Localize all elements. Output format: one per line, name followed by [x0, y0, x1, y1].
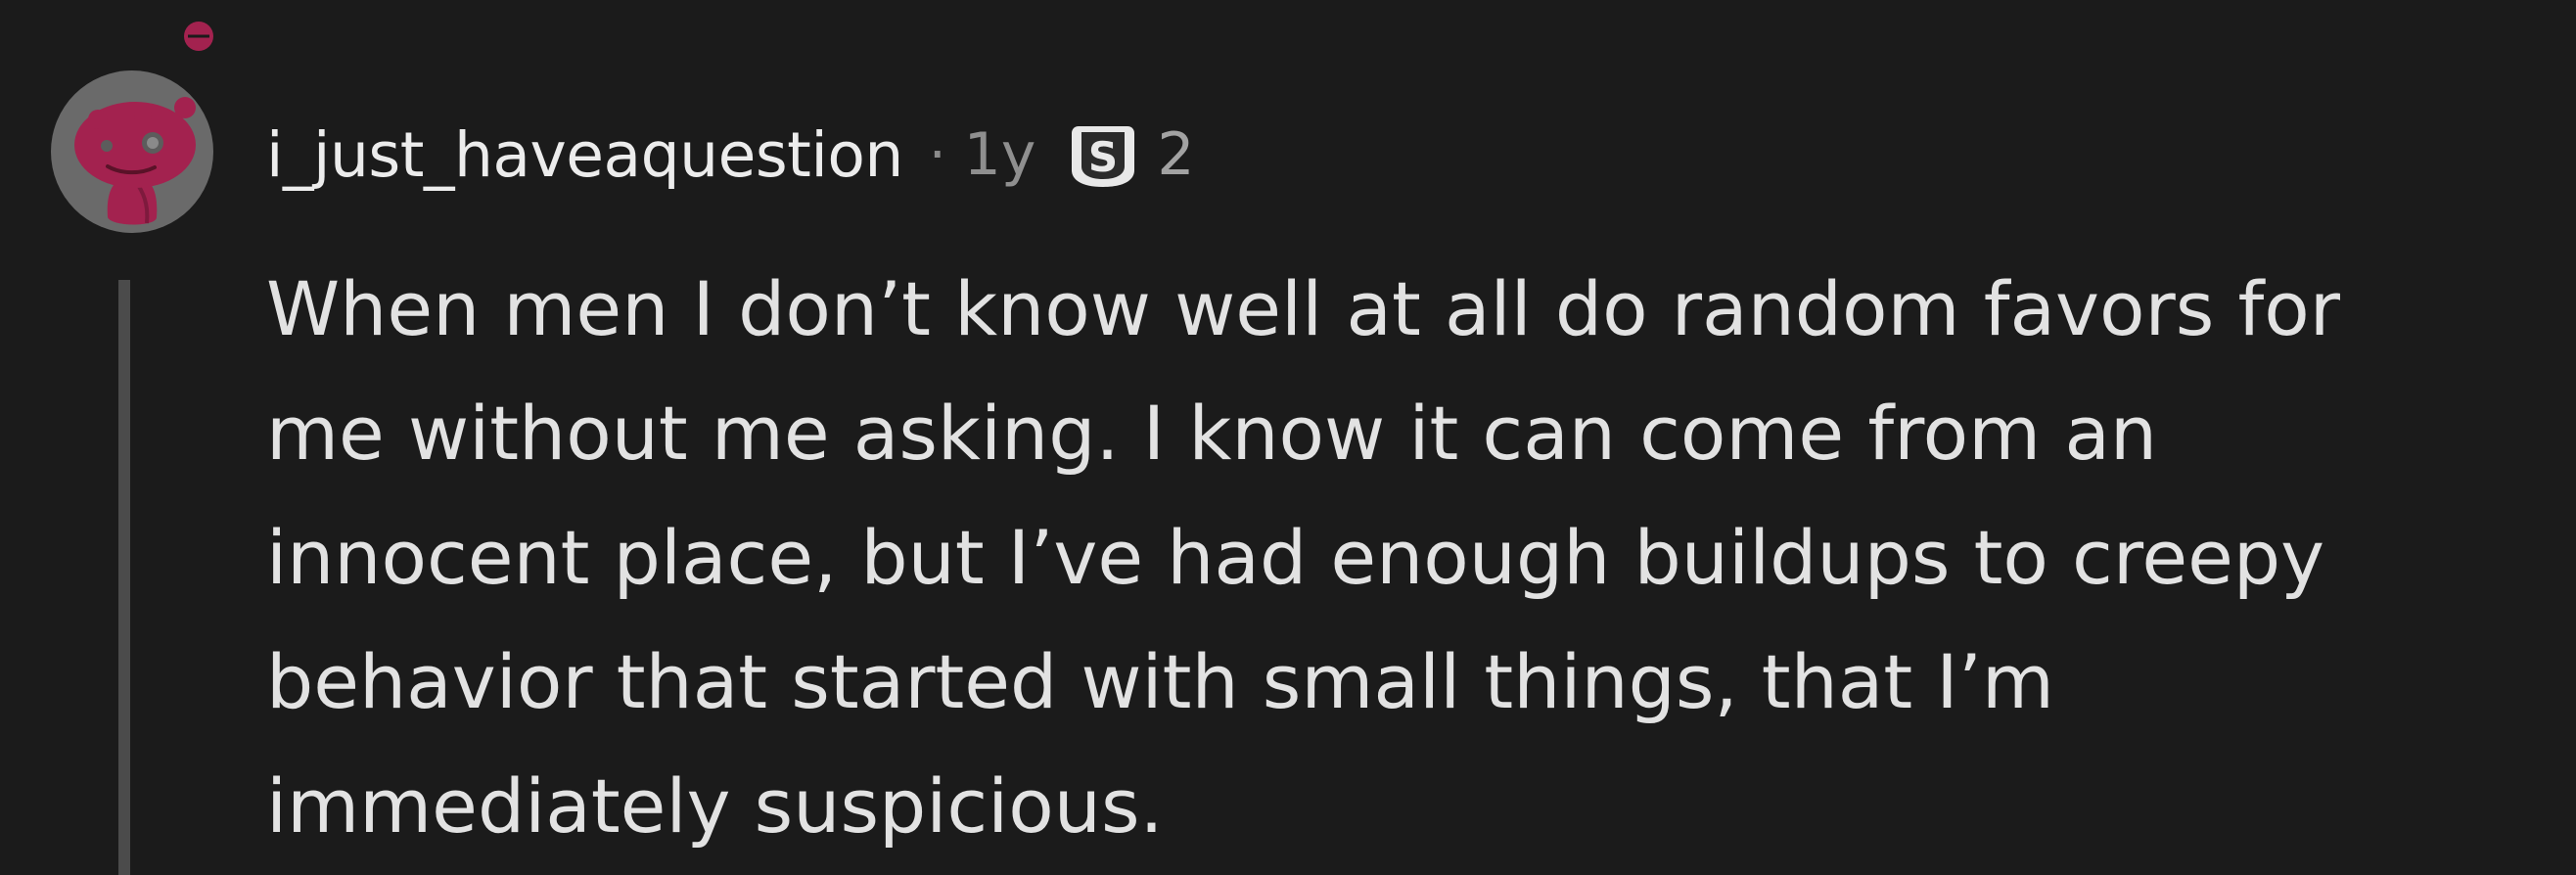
meta-separator: · — [928, 122, 946, 187]
snoo-antenna-icon — [184, 22, 213, 51]
award-badge[interactable]: S 2 — [1065, 116, 1195, 193]
comment-body-line: innocent place, but I’ve had enough buil… — [266, 514, 2325, 601]
comment-body-line: When men I don’t know well at all do ran… — [266, 265, 2341, 352]
comment: i_just_haveaquestion · 1y S 2 When men I… — [0, 0, 2576, 875]
comment-body: When men I don’t know well at all do ran… — [266, 247, 2517, 868]
silver-award-icon: S — [1072, 126, 1135, 187]
author-username[interactable]: i_just_haveaquestion — [266, 119, 903, 191]
comment-body-line: immediately suspicious. — [266, 762, 1164, 850]
comment-age: 1y — [963, 120, 1036, 189]
comment-body-line: me without me asking. I know it can come… — [266, 390, 2158, 477]
comment-body-line: behavior that started with small things,… — [266, 638, 2054, 725]
avatar[interactable] — [51, 70, 213, 233]
comment-meta: i_just_haveaquestion · 1y S 2 — [266, 108, 1195, 202]
thread-line[interactable] — [118, 280, 130, 875]
svg-text:S: S — [1088, 133, 1118, 181]
award-count: 2 — [1157, 120, 1195, 189]
